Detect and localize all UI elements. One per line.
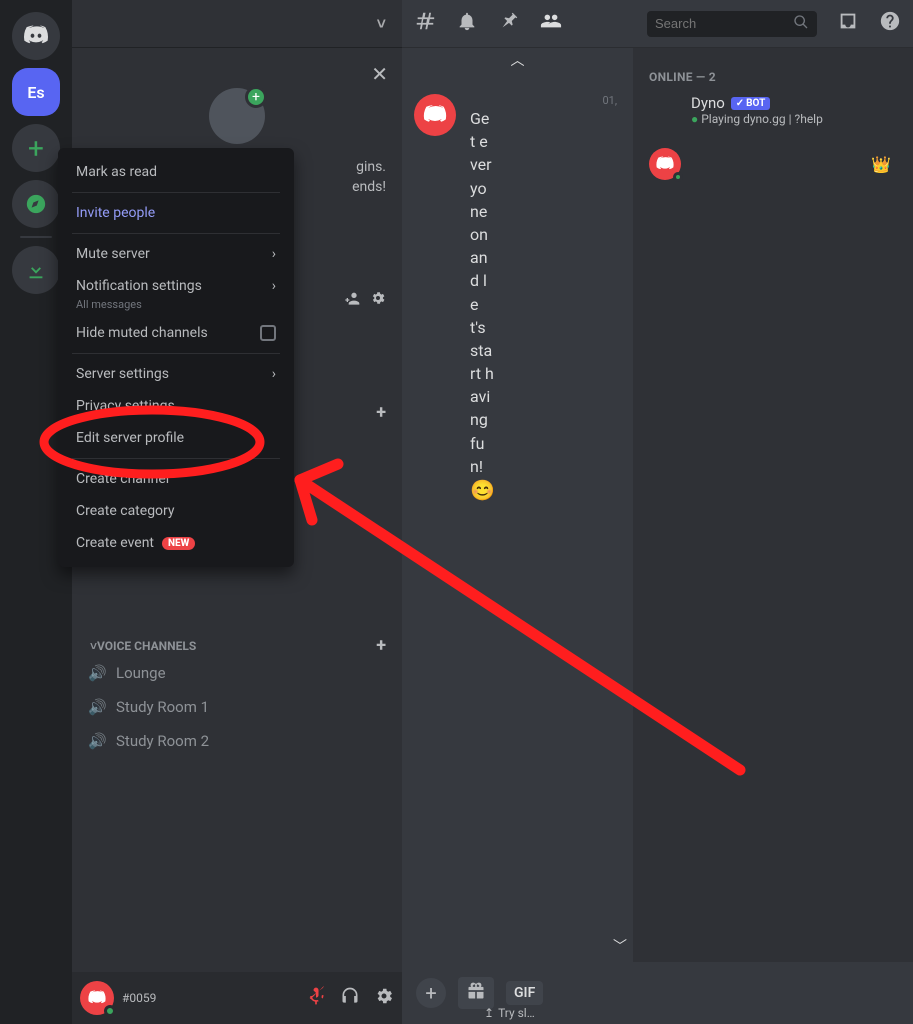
- cm-create-category[interactable]: Create category: [66, 495, 286, 527]
- scroll-down-indicator[interactable]: ﹀: [613, 936, 627, 956]
- message-composer: + GIF ↥ Try sl…: [402, 962, 913, 1024]
- channel-name: Study Room 1: [116, 698, 209, 716]
- deafen-button[interactable]: [340, 986, 360, 1011]
- mic-muted-icon: [306, 986, 326, 1006]
- cm-create-event[interactable]: Create event NEW: [66, 527, 286, 559]
- slash-command-hint[interactable]: ↥ Try sl…: [484, 1006, 535, 1020]
- user-panel: #0059: [72, 972, 402, 1024]
- member-list-icon[interactable]: [540, 10, 562, 37]
- add-member-icon[interactable]: [344, 290, 360, 310]
- discord-logo-icon: [422, 102, 448, 128]
- system-avatar[interactable]: [414, 94, 456, 136]
- gear-icon: [374, 986, 394, 1006]
- user-discriminator: #0059: [122, 991, 156, 1005]
- add-channel-icon[interactable]: +: [376, 402, 394, 423]
- member-list: ONLINE — 2 Dyno ✓ BOT ● Pl: [633, 48, 913, 962]
- search-box[interactable]: [647, 11, 817, 37]
- download-apps-button[interactable]: [12, 246, 60, 294]
- inbox-icon[interactable]: [837, 10, 859, 37]
- voice-category[interactable]: ˅ Voice Channels +: [72, 623, 402, 656]
- discord-logo-icon: [87, 988, 107, 1008]
- server-header[interactable]: ˅: [72, 0, 402, 48]
- compass-icon: [25, 193, 47, 215]
- server-context-menu: Mark as read Invite people Mute server ›…: [58, 148, 294, 567]
- chevron-right-icon: ›: [272, 246, 276, 262]
- cm-privacy-settings[interactable]: Privacy settings: [66, 390, 286, 422]
- topbar: [402, 0, 913, 48]
- owner-crown-icon: 👑: [871, 155, 897, 174]
- cm-mute-server[interactable]: Mute server ›: [66, 238, 286, 270]
- search-icon: [793, 14, 809, 34]
- new-badge: NEW: [162, 537, 195, 550]
- speaker-icon: 🔊: [88, 698, 108, 716]
- verified-check-icon: ✓: [736, 98, 744, 109]
- headphones-icon: [340, 986, 360, 1006]
- chevron-right-icon: ›: [272, 366, 276, 382]
- cm-edit-server-profile[interactable]: Edit server profile: [66, 422, 286, 454]
- status-online-icon: [104, 1005, 116, 1017]
- add-server-button[interactable]: +: [12, 124, 60, 172]
- member-row[interactable]: 👑: [641, 144, 905, 184]
- user-settings-button[interactable]: [374, 986, 394, 1011]
- channel-name: Study Room 2: [116, 732, 209, 750]
- threads-icon[interactable]: [414, 10, 436, 37]
- help-icon[interactable]: [879, 10, 901, 37]
- cm-server-settings[interactable]: Server settings ›: [66, 358, 286, 390]
- download-icon: [25, 259, 47, 281]
- member-name: Dyno: [691, 94, 725, 112]
- self-avatar[interactable]: [80, 981, 114, 1015]
- message-list: ︿ 01, Get everyone on and let's start ha…: [402, 48, 633, 962]
- chevron-down-icon: ˅: [90, 639, 97, 653]
- explore-servers-button[interactable]: [12, 180, 60, 228]
- home-button[interactable]: [12, 12, 60, 60]
- voice-channel[interactable]: 🔊 Study Room 2: [80, 726, 394, 756]
- plus-badge-icon: +: [245, 86, 267, 108]
- voice-category-label: Voice Channels: [97, 639, 196, 653]
- member-status: Playing dyno.gg | ?help: [701, 112, 823, 126]
- voice-channel[interactable]: 🔊 Study Room 1: [80, 692, 394, 722]
- discord-logo-icon: [655, 154, 675, 174]
- gif-button[interactable]: GIF: [506, 981, 543, 1005]
- bot-badge: ✓ BOT: [731, 97, 771, 110]
- chat-main: ︿ 01, Get everyone on and let's start ha…: [402, 0, 913, 1024]
- checkbox-icon: [260, 325, 276, 341]
- rail-divider: [20, 236, 52, 238]
- upload-server-icon[interactable]: +: [209, 88, 265, 144]
- cm-create-channel[interactable]: Create channel: [66, 463, 286, 495]
- cm-invite-people[interactable]: Invite people: [66, 197, 286, 229]
- message-body: Get everyone on and let's start having f…: [470, 107, 494, 478]
- speaker-icon: 🔊: [88, 664, 108, 682]
- gift-button[interactable]: [458, 977, 494, 1009]
- message-emoji: 😊: [470, 478, 621, 502]
- voice-channel[interactable]: 🔊 Lounge: [80, 658, 394, 688]
- close-icon[interactable]: ✕: [371, 62, 388, 86]
- member-row[interactable]: Dyno ✓ BOT ● Playing dyno.gg | ?help: [641, 90, 905, 130]
- chevron-down-icon: ˅: [377, 14, 386, 34]
- member-avatar[interactable]: [649, 148, 681, 180]
- status-online-icon: [673, 172, 683, 182]
- server-icon-active[interactable]: Es: [12, 68, 60, 116]
- gear-icon[interactable]: [370, 290, 386, 310]
- cm-hide-muted[interactable]: Hide muted channels: [66, 317, 286, 349]
- channel-name: Lounge: [116, 664, 166, 682]
- message-timestamp: 01,: [470, 94, 621, 107]
- cm-mark-read[interactable]: Mark as read: [66, 156, 286, 188]
- speaker-icon: 🔊: [88, 732, 108, 750]
- welcome-line2: ends!: [352, 179, 386, 195]
- notifications-icon[interactable]: [456, 10, 478, 37]
- pinned-icon[interactable]: [498, 10, 520, 37]
- search-input[interactable]: [655, 16, 793, 31]
- scroll-up-indicator[interactable]: ︿: [511, 50, 525, 70]
- attach-button[interactable]: +: [416, 978, 446, 1008]
- mute-mic-button[interactable]: [306, 986, 326, 1011]
- members-section-header: ONLINE — 2: [641, 64, 905, 90]
- server-initials: Es: [27, 83, 44, 102]
- chevron-right-icon: ›: [272, 278, 276, 294]
- discord-logo-icon: [22, 22, 50, 50]
- cm-notification-sub: All messages: [66, 298, 286, 317]
- welcome-line1: gins.: [356, 159, 386, 175]
- add-voice-channel-icon[interactable]: +: [376, 635, 394, 656]
- gift-icon: [466, 981, 486, 1001]
